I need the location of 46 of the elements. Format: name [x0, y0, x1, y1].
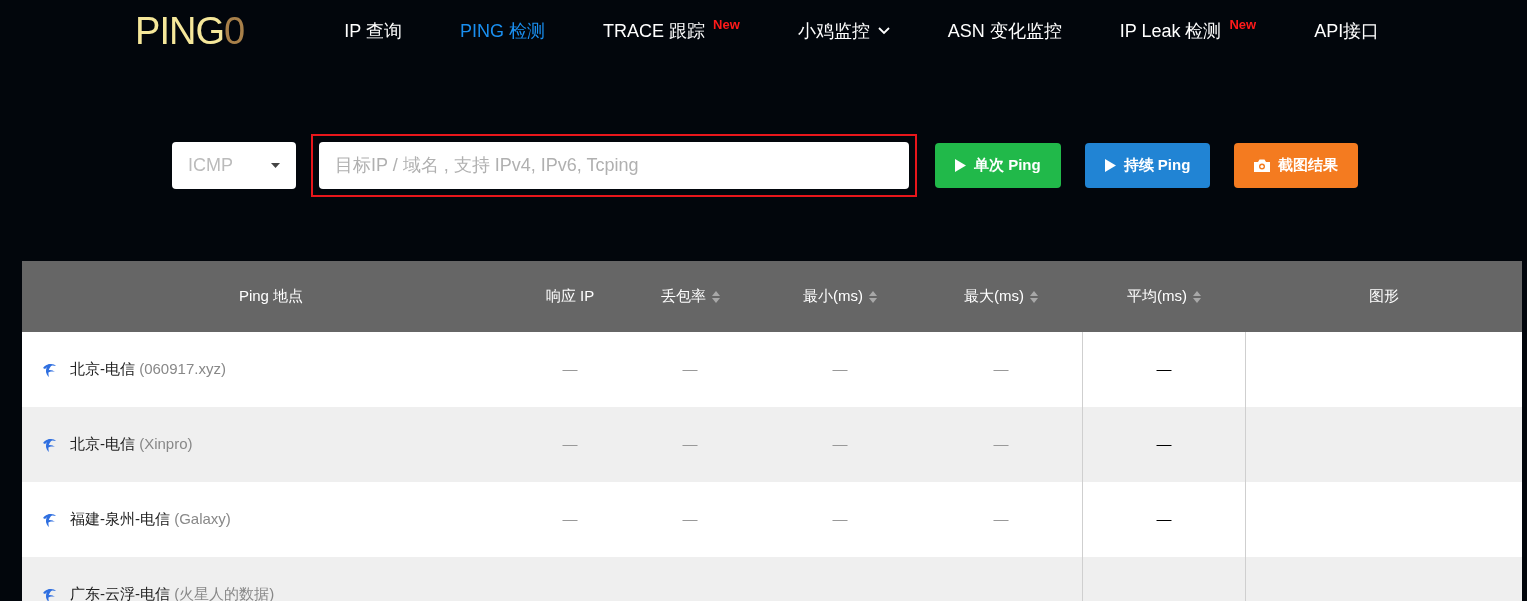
location-cell-text: 北京-电信 (Xinpro) [70, 434, 193, 455]
nav-link[interactable]: IP Leak 检测 [1119, 17, 1222, 45]
table-cell-text: — [682, 509, 698, 530]
sort-icon[interactable] [1030, 290, 1038, 303]
caret-icon [271, 163, 280, 168]
column-header[interactable]: 最小(ms) [803, 285, 863, 308]
sort-icon[interactable] [711, 290, 720, 303]
new-label: New [1229, 16, 1257, 35]
nav-link[interactable]: TRACE 跟踪 [603, 17, 705, 45]
location-cell-text: 北京-电信 (060917.xyz) [70, 359, 226, 380]
cell-value: — [1156, 509, 1172, 530]
target-input[interactable]: 目标IP / 域名 , 支持 IPv4, IPv6, Tcping [319, 142, 909, 189]
table-cell-text: — [832, 509, 848, 530]
nav-link[interactable]: API接口 [1314, 17, 1380, 45]
camera-icon [1254, 159, 1271, 172]
table-cell-text: — [832, 434, 848, 455]
table-cell-text: — [562, 359, 578, 380]
cell-value: — [1156, 434, 1172, 455]
nav-link[interactable]: PING 检测 [460, 17, 545, 45]
table-cell-text: — [993, 509, 1009, 530]
action-button[interactable]: 持续 Ping [1084, 143, 1211, 188]
table-cell-text: — [993, 434, 1009, 455]
chevron-down-icon[interactable] [877, 27, 890, 35]
column-header[interactable]: 最大(ms) [964, 285, 1024, 308]
nav-link[interactable]: ASN 变化监控 [947, 17, 1062, 45]
new-label: New [713, 16, 740, 35]
cell-value: — [1156, 359, 1172, 380]
play-icon [955, 159, 966, 172]
table-cell-text: — [562, 434, 578, 455]
sort-icon[interactable] [1193, 290, 1201, 303]
nav-link[interactable]: IP 查询 [344, 17, 402, 45]
sort-icon[interactable] [869, 290, 877, 303]
column-header: 响应 IP [545, 286, 595, 307]
play-icon [1104, 159, 1116, 172]
column-header: 图形 [1369, 286, 1399, 307]
nav-link[interactable]: 小鸡监控 [797, 17, 870, 45]
site-logo[interactable]: PING0 [135, 12, 245, 50]
location-cell-text: 福建-泉州-电信 (Galaxy) [70, 509, 231, 530]
table-cell-text: — [832, 359, 848, 380]
table-cell-text: — [562, 509, 578, 530]
column-header[interactable]: 平均(ms) [1127, 285, 1187, 308]
column-header[interactable]: 丢包率 [660, 285, 706, 308]
table-cell-text: — [682, 359, 698, 380]
table-cell-text: — [993, 359, 1009, 380]
table-cell-text: — [682, 434, 698, 455]
column-header: Ping 地点 [238, 286, 304, 307]
